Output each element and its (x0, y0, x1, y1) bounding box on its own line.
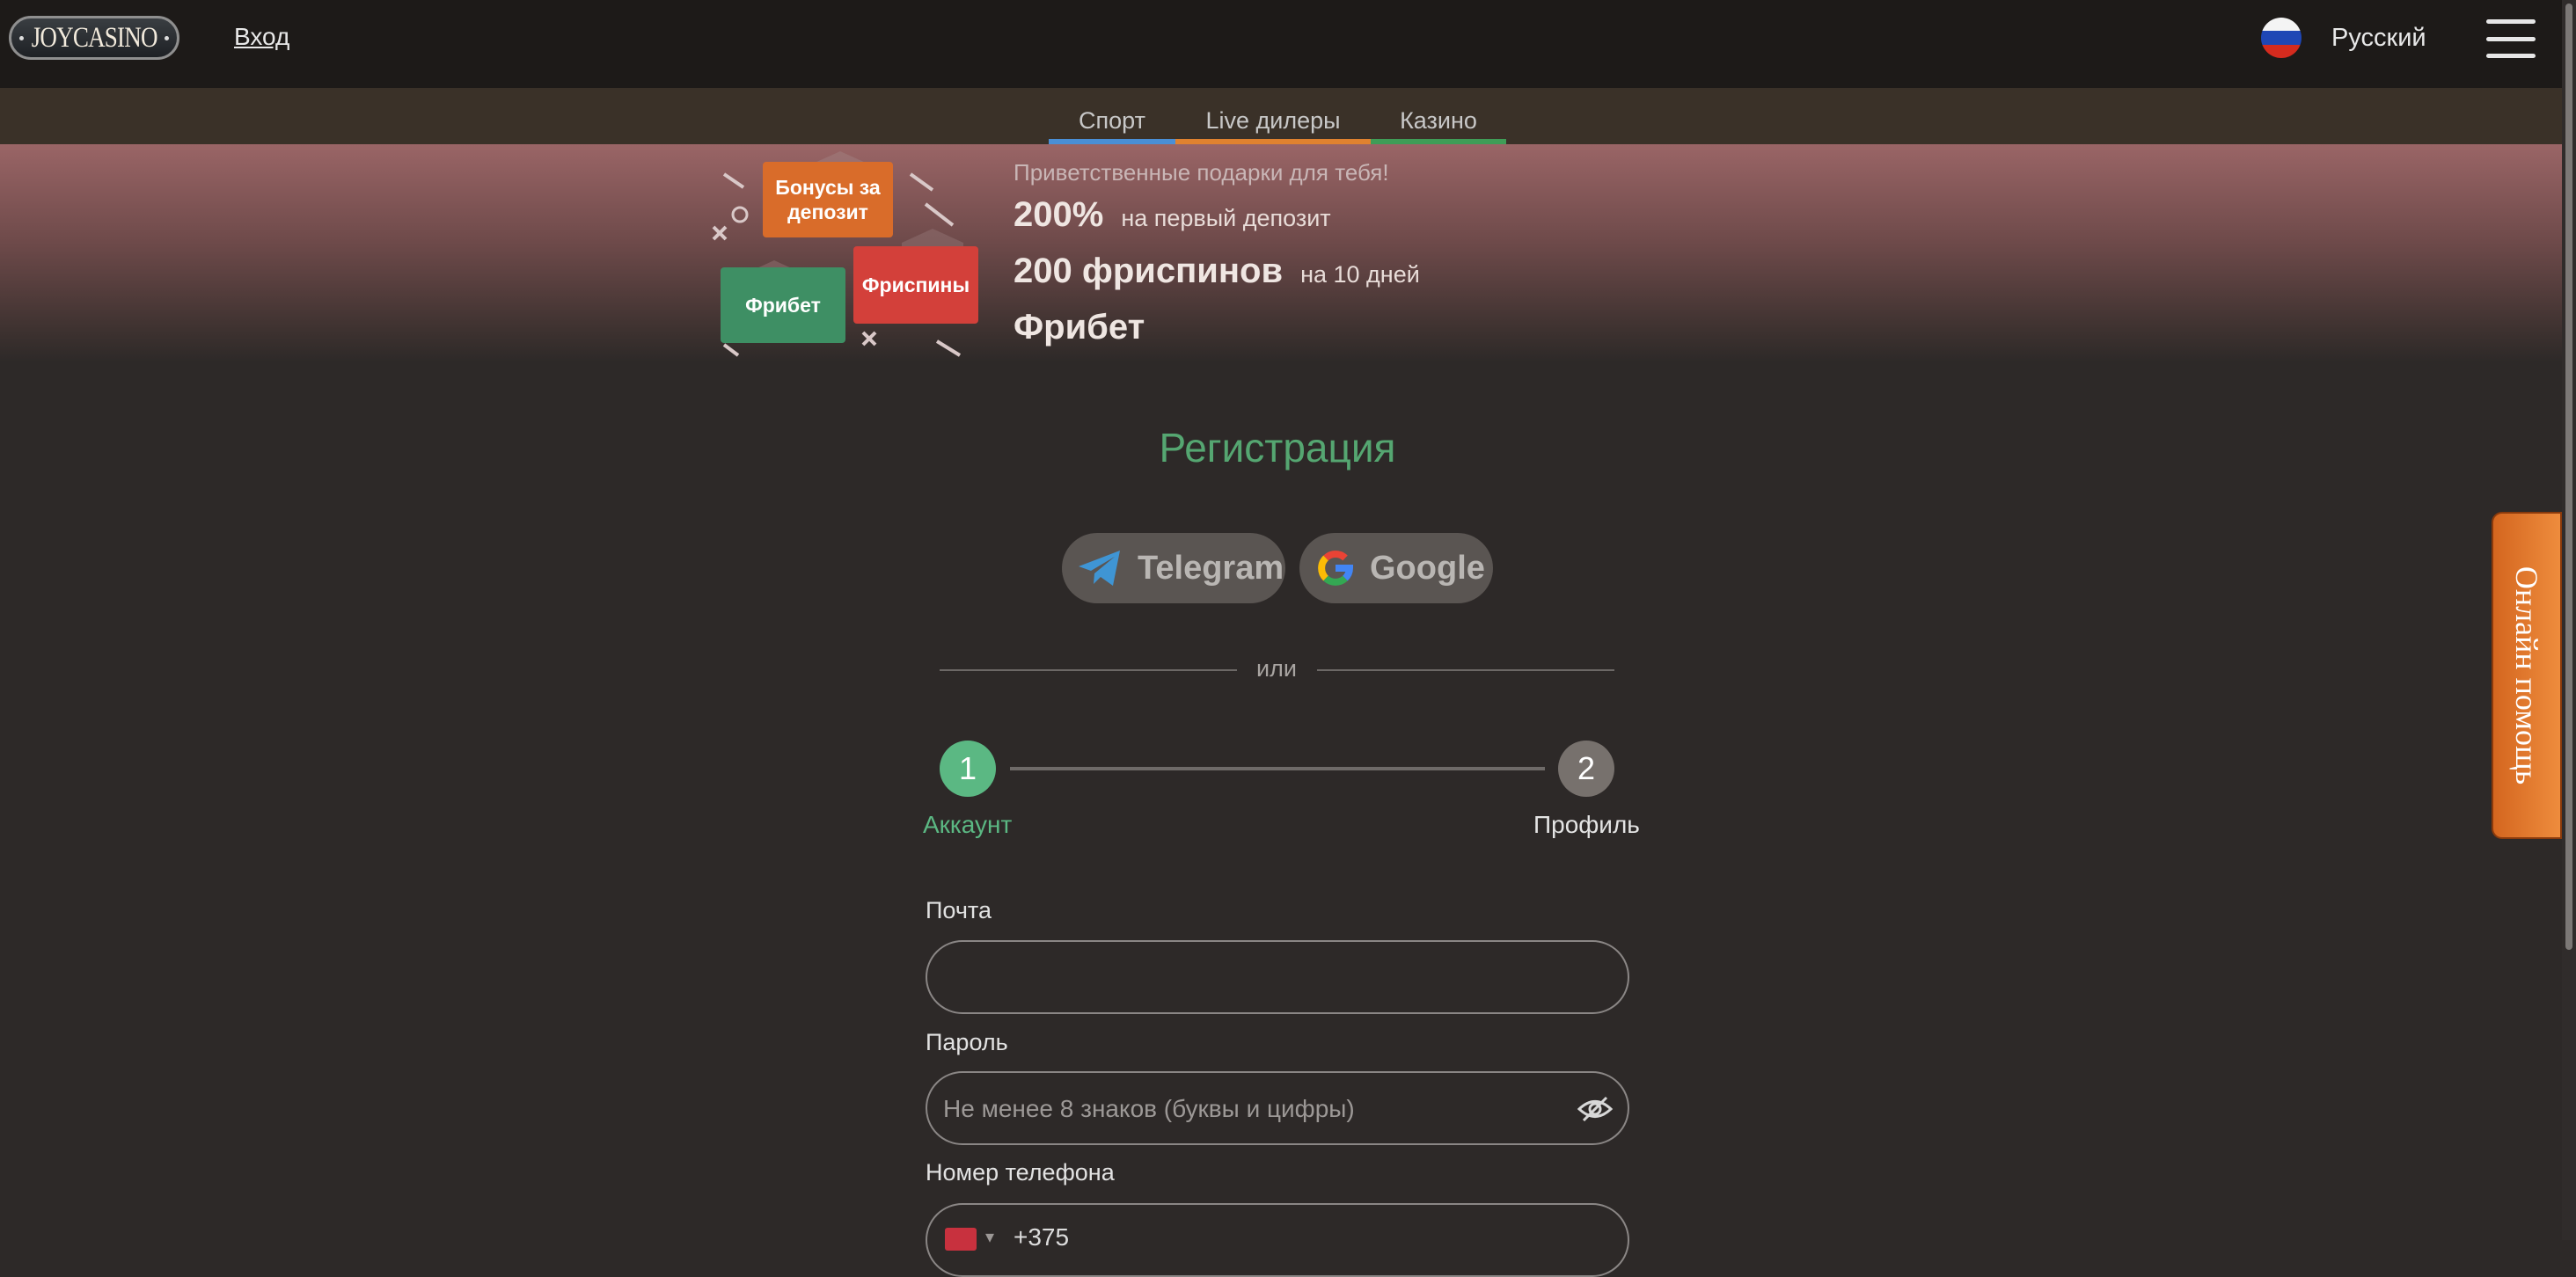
phone-field[interactable] (1012, 1201, 1649, 1273)
phone-field-wrapper: ▾ (926, 1201, 1649, 1277)
password-field-wrapper (926, 1071, 1629, 1145)
promo-value: Фрибет (1014, 308, 1145, 347)
telegram-label: Telegram (1138, 549, 1284, 587)
or-separator: или (1256, 655, 1297, 682)
promo-value: 200% (1014, 195, 1104, 234)
telegram-icon (1079, 551, 1120, 586)
deposit-bonus-chip: Бонусы за депозит (763, 162, 893, 237)
category-tabs: Спорт Live дилеры Казино (0, 88, 2576, 144)
eye-hidden-icon[interactable] (1577, 1094, 1614, 1124)
promo-description: на 10 дней (1300, 261, 1420, 288)
step-2-circle[interactable]: 2 (1558, 741, 1614, 797)
promo-illustration: Бонусы за депозит Фриспины Фрибет (708, 148, 981, 362)
logo-dot (19, 36, 24, 40)
divider-line (1317, 669, 1614, 671)
promo-line: Фрибет (1014, 308, 1145, 347)
tab-sport[interactable]: Спорт (1049, 88, 1175, 144)
promo-value: 200 фриспинов (1014, 252, 1284, 290)
tab-live-dealers[interactable]: Live дилеры (1175, 88, 1371, 144)
tab-casino[interactable]: Казино (1371, 88, 1506, 144)
freespins-chip: Фриспины (853, 246, 978, 324)
telegram-login-button[interactable]: Telegram (1062, 533, 1285, 603)
tab-label: Казино (1400, 106, 1477, 134)
promo-line: 200% на первый депозит (1014, 195, 1331, 235)
registration-title: Регистрация (1159, 425, 1396, 471)
russian-flag-icon[interactable] (2261, 18, 2302, 58)
promo-subtitle: Приветственные подарки для тебя! (1014, 159, 1389, 186)
language-selector[interactable]: Русский (2331, 24, 2426, 53)
logo-text: JOYCASINO (31, 21, 158, 54)
google-icon (1318, 551, 1354, 586)
email-label: Почта (926, 897, 992, 923)
step-1-circle[interactable]: 1 (940, 741, 996, 797)
online-help-button[interactable]: Онлайн помощь (2492, 512, 2562, 839)
step-1-label: Аккаунт (923, 811, 1013, 838)
phone-label: Номер телефона (926, 1159, 1115, 1186)
logo-dot (165, 36, 169, 40)
online-help-label: Онлайн помощь (2509, 566, 2544, 785)
stepper-line (1010, 767, 1545, 770)
tab-label: Спорт (1079, 106, 1145, 134)
password-label: Пароль (926, 1029, 1008, 1055)
divider-line (940, 669, 1237, 671)
google-label: Google (1370, 549, 1485, 587)
login-link[interactable]: Вход (234, 23, 289, 51)
tab-label: Live дилеры (1205, 106, 1341, 134)
email-field-wrapper (926, 940, 1629, 1014)
google-login-button[interactable]: Google (1299, 533, 1493, 603)
promo-line: 200 фриспинов на 10 дней (1014, 252, 1420, 291)
step-2-label: Профиль (1533, 811, 1640, 838)
freebet-chip: Фрибет (721, 267, 845, 343)
promo-description: на первый депозит (1121, 205, 1331, 231)
belarus-flag-icon[interactable] (945, 1228, 977, 1251)
email-field[interactable] (941, 942, 1578, 1014)
password-field[interactable] (941, 1073, 1578, 1145)
top-bar: JOYCASINO Вход Русский (0, 0, 2576, 88)
joycasino-logo[interactable]: JOYCASINO (9, 16, 179, 60)
scrollbar-thumb[interactable] (2565, 4, 2572, 950)
hamburger-menu-icon[interactable] (2486, 19, 2536, 58)
chevron-down-icon[interactable]: ▾ (985, 1226, 994, 1248)
